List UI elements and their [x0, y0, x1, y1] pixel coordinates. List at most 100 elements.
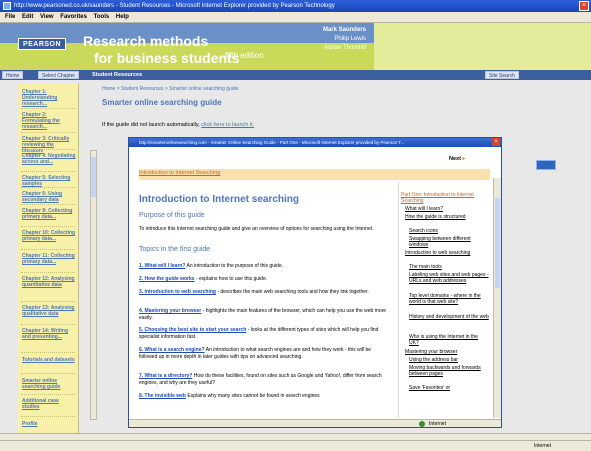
- topic-8-link[interactable]: 8. The invisible web: [139, 393, 186, 399]
- sidebar-item-searching-guide[interactable]: Smarter online searching guide: [22, 378, 76, 390]
- author-2: Philip Lewis: [334, 36, 366, 42]
- sidebar-divider: [21, 301, 75, 302]
- section-label: Student Resources: [92, 72, 143, 78]
- menu-edit[interactable]: Edit: [22, 12, 33, 22]
- sidebar-item-chapter-12[interactable]: Chapter 12: Analysing quantitative data: [22, 276, 76, 288]
- toc-item[interactable]: Using the address bar: [409, 357, 489, 363]
- topic-2: 2. How the guide works - explains how to…: [139, 276, 389, 283]
- horizontal-scrollbar[interactable]: [0, 433, 591, 440]
- topic-5-link[interactable]: 5. Choosing the best site to start your …: [139, 327, 246, 333]
- topic-1-text: An introduction to the purpose of this g…: [186, 263, 283, 269]
- next-arrow-icon: ▸: [462, 156, 466, 162]
- topic-7: 7. What is a directory? How do these fac…: [139, 373, 389, 386]
- popup-close-icon[interactable]: ×: [492, 138, 500, 146]
- book-title-line2: for business students: [94, 50, 239, 66]
- topic-2-link[interactable]: 2. How the guide works: [139, 276, 195, 282]
- menu-view[interactable]: View: [40, 12, 54, 22]
- menu-favorites[interactable]: Favorites: [60, 12, 87, 22]
- status-zone: Internet: [534, 443, 551, 449]
- sidebar-divider: [21, 352, 75, 353]
- toc-item[interactable]: Top level domains - where in the world i…: [409, 293, 489, 305]
- book-title-for: for: [94, 50, 113, 66]
- sidebar-item-profile[interactable]: Profile: [22, 421, 76, 427]
- menu-tools[interactable]: Tools: [94, 12, 110, 22]
- sidebar-item-chapter-4[interactable]: Chapter 4: Negotiating access and...: [22, 153, 76, 165]
- sidebar-divider: [21, 416, 75, 417]
- section-stripe: Introduction to Internet Searching: [139, 169, 490, 180]
- sidebar-divider: [21, 373, 75, 374]
- sidebar-item-chapter-5[interactable]: Chapter 5: Selecting samples: [22, 175, 76, 187]
- popup-scrollbar-thumb[interactable]: [495, 198, 500, 288]
- sidebar-item-chapter-9[interactable]: Chapter 9: Collecting primary data...: [22, 208, 76, 220]
- sidebar-item-chapter-10[interactable]: Chapter 10: Collecting primary data...: [22, 230, 76, 242]
- topic-8-text: Explains why many sites cannot be found …: [187, 393, 320, 399]
- toc-item[interactable]: Who is using the Internet in the UK?: [409, 334, 489, 346]
- site-search-input[interactable]: Site Search: [485, 71, 519, 79]
- topic-3-link[interactable]: 3. Introduction to web searching: [139, 289, 216, 295]
- popup-title-bar: http://smarteronlinesearching.com - Smar…: [129, 138, 501, 147]
- side-widget-icon[interactable]: [536, 160, 556, 170]
- sidebar-item-chapter-2[interactable]: Chapter 2: Formulating the research...: [22, 112, 76, 130]
- topic-7-link[interactable]: 7. What is a directory?: [139, 373, 192, 379]
- toc-item[interactable]: What will I learn?: [405, 206, 485, 212]
- select-chapter-dropdown[interactable]: Select Chapter: [38, 71, 80, 79]
- sidebar-divider: [21, 149, 75, 150]
- sidebar-item-chapter-3[interactable]: Chapter 3: Critically reviewing the lite…: [22, 136, 76, 154]
- popup-scrollbar[interactable]: [493, 178, 501, 418]
- book-title-business: business students: [116, 50, 240, 66]
- close-icon[interactable]: ×: [579, 1, 589, 11]
- menu-help[interactable]: Help: [116, 12, 129, 22]
- topic-5: 5. Choosing the best site to start your …: [139, 327, 389, 340]
- toc-item[interactable]: Swapping between different windows: [409, 236, 489, 248]
- sidebar-item-chapter-1[interactable]: Chapter 1: Understanding research...: [22, 89, 76, 107]
- launch-link[interactable]: click here to launch it.: [201, 122, 254, 128]
- sidebar-item-chapter-6[interactable]: Chapter 6: Using secondary data: [22, 191, 76, 203]
- sidebar-divider: [21, 272, 75, 273]
- launch-note-text: If the guide did not launch automaticall…: [102, 122, 200, 128]
- topic-1-link[interactable]: 1. What will I learn?: [139, 263, 185, 269]
- scrollbar-thumb[interactable]: [91, 157, 96, 197]
- topic-3: 3. Introduction to web searching - descr…: [139, 289, 389, 296]
- topic-4-link[interactable]: 4. Mastering your browser: [139, 308, 201, 314]
- sidebar-item-case-studies[interactable]: Additional case studies: [22, 398, 76, 410]
- ie-icon: [3, 2, 11, 10]
- topic-2-text: - explains how to use this guide.: [195, 276, 268, 282]
- next-link[interactable]: Next ▸: [449, 156, 465, 162]
- sidebar-item-chapter-11[interactable]: Chapter 11: Collecting primary data...: [22, 253, 76, 265]
- banner-decoration: [374, 23, 591, 70]
- menu-file[interactable]: File: [5, 12, 15, 22]
- sidebar-item-chapter-13[interactable]: Chapter 13: Analysing qualitative data: [22, 305, 76, 317]
- toc-item[interactable]: History and development of the web: [409, 314, 489, 320]
- pearson-logo[interactable]: PEARSON: [18, 38, 66, 50]
- toc-item[interactable]: Labeling web sites and web pages - URLs …: [409, 272, 489, 284]
- breadcrumb[interactable]: Home > Student Resources > Smarter onlin…: [102, 86, 238, 92]
- popup-title: http://smarteronlinesearching.com - Smar…: [139, 140, 405, 145]
- sidebar-scrollbar[interactable]: [90, 150, 97, 420]
- stripe-title[interactable]: Introduction to Internet Searching: [139, 170, 220, 176]
- toc-heading[interactable]: Part One: Introduction to Internet Searc…: [401, 192, 491, 204]
- sidebar-item-chapter-14[interactable]: Chapter 14: Writing and presenting...: [22, 328, 76, 340]
- site-banner: PEARSON Research methods for business st…: [0, 23, 591, 70]
- topic-6-link[interactable]: 6. What is a search engine?: [139, 347, 205, 353]
- window-title: http://www.pearsoned.co.uk/saunders - St…: [14, 3, 335, 9]
- sidebar-divider: [21, 324, 75, 325]
- sidebar-divider: [21, 204, 75, 205]
- window-title-bar: http://www.pearsoned.co.uk/saunders - St…: [0, 0, 591, 12]
- toc-item[interactable]: Save 'Favorites' or: [409, 385, 489, 391]
- sidebar-divider: [21, 226, 75, 227]
- home-button[interactable]: Home: [2, 71, 24, 79]
- author-1: Mark Saunders: [322, 27, 366, 33]
- toc-item[interactable]: Moving backwards and forwards between pa…: [409, 365, 489, 377]
- toc-item[interactable]: Introduction to web searching: [405, 250, 485, 256]
- purpose-text: To introduce this Internet searching gui…: [139, 226, 374, 232]
- sidebar-item-tutorials[interactable]: Tutorials and datasets: [22, 357, 76, 363]
- topic-1: 1. What will I learn? An introduction to…: [139, 263, 389, 270]
- guide-popup-window: http://smarteronlinesearching.com - Smar…: [128, 137, 502, 428]
- toc-item[interactable]: The main tools: [409, 264, 489, 270]
- toc-item[interactable]: How the guide is structured: [405, 214, 485, 220]
- topic-4: 4. Mastering your browser - highlights t…: [139, 308, 389, 321]
- launch-note: If the guide did not launch automaticall…: [102, 122, 254, 128]
- edition-label: fifth edition: [225, 51, 264, 60]
- toc-item[interactable]: Search icons: [409, 228, 489, 234]
- toc-item[interactable]: Mastering your browser: [405, 349, 485, 355]
